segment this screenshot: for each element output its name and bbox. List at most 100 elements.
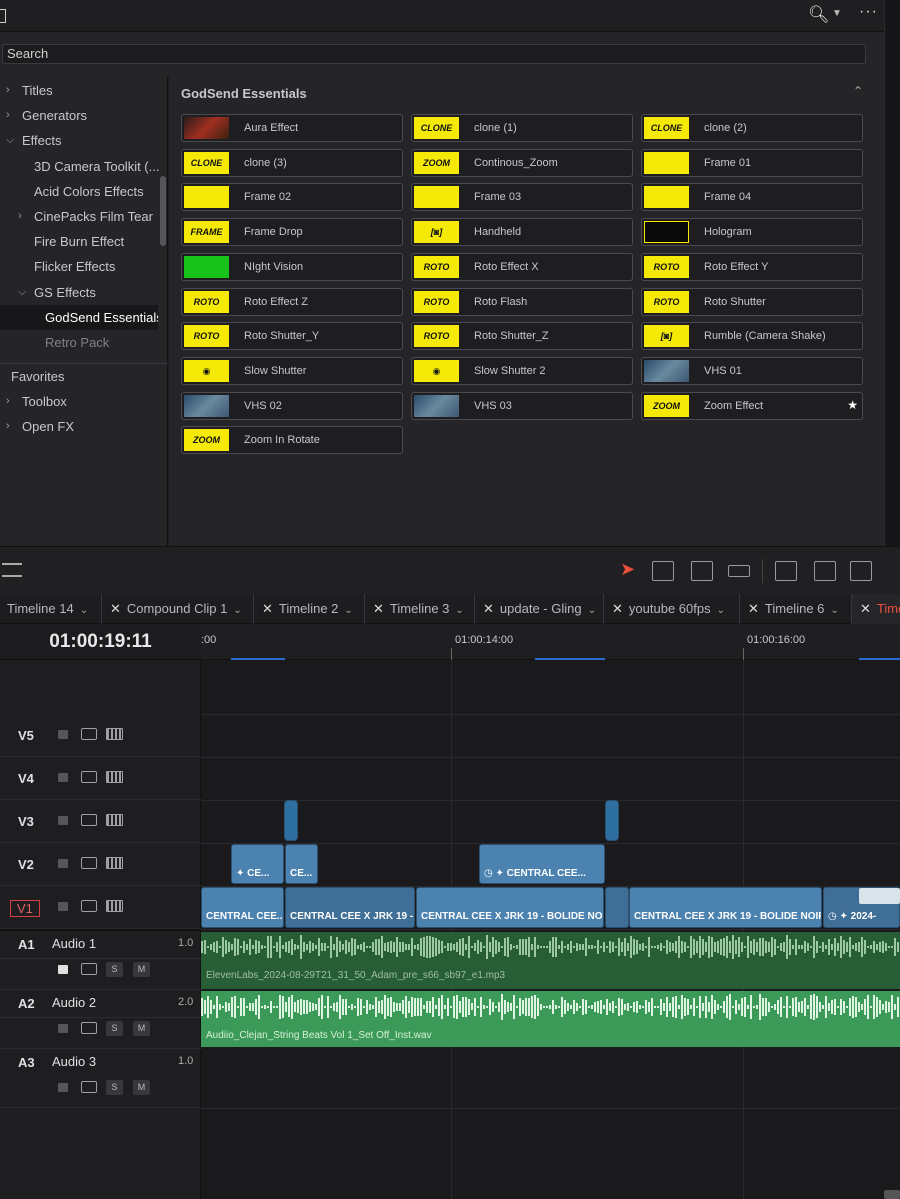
sidebar-item[interactable]: › Generators xyxy=(0,103,160,128)
chevron-right-icon[interactable]: › xyxy=(18,204,22,229)
timeline-tab[interactable]: ✕ Timeline 3 ⌄ xyxy=(365,594,475,624)
audio-track-header[interactable]: A2 Audio 2 2.0 S M xyxy=(0,990,201,1049)
v1-clip[interactable]: CENTRAL CEE... xyxy=(201,887,284,928)
video-track-header[interactable]: V3 xyxy=(0,800,201,843)
effect-card[interactable]: FRAME Frame Drop xyxy=(181,218,403,247)
sidebar-item[interactable]: › CinePacks Film Tear xyxy=(0,204,160,229)
auto-select-icon[interactable] xyxy=(81,1081,97,1093)
lock-icon[interactable] xyxy=(58,1083,68,1092)
sidebar-item[interactable]: › Titles xyxy=(0,78,160,103)
overwrite-clip-icon[interactable] xyxy=(814,561,836,581)
close-icon[interactable]: ✕ xyxy=(748,601,759,616)
sidebar-item[interactable]: ⌵ GS Effects xyxy=(0,280,160,305)
v1-clip[interactable] xyxy=(605,887,629,928)
effect-card[interactable]: ROTO Roto Shutter_Z xyxy=(411,322,633,351)
track-enable-icon[interactable] xyxy=(106,814,123,826)
lock-icon[interactable] xyxy=(58,859,68,868)
chevron-down-icon[interactable]: ⌄ xyxy=(80,605,88,616)
solo-button[interactable]: S xyxy=(106,962,123,977)
lock-icon[interactable] xyxy=(58,773,68,782)
effect-card[interactable]: CLONE clone (2) xyxy=(641,114,863,142)
close-icon[interactable]: ✕ xyxy=(860,601,871,616)
chevron-right-icon[interactable]: › xyxy=(6,414,10,439)
video-track-header[interactable]: V5 xyxy=(0,714,201,757)
effect-card[interactable]: ZOOM Zoom In Rotate xyxy=(181,426,403,455)
effect-card[interactable]: VHS 02 xyxy=(181,391,403,420)
zoom-handle[interactable] xyxy=(884,1190,900,1199)
timeline-options-icon[interactable] xyxy=(2,563,22,577)
auto-select-icon[interactable] xyxy=(81,857,97,869)
timeline-tab[interactable]: ✕ Timeline 6 ⌄ xyxy=(740,594,852,624)
track-enable-icon[interactable] xyxy=(106,771,123,783)
effect-card[interactable]: ◉ Slow Shutter xyxy=(181,356,403,385)
close-icon[interactable]: ✕ xyxy=(483,601,494,616)
lock-icon[interactable] xyxy=(58,1024,68,1033)
timeline-tab[interactable]: Timeline 14 ⌄ xyxy=(0,594,102,624)
replace-clip-icon[interactable] xyxy=(850,561,872,581)
trim-tool-icon[interactable] xyxy=(652,561,674,581)
v2-clip[interactable]: CE... xyxy=(285,844,318,884)
solo-button[interactable]: S xyxy=(106,1080,123,1095)
sidebar-item[interactable]: Fire Burn Effect xyxy=(0,229,160,254)
effect-card[interactable]: ROTO Roto Shutter_Y xyxy=(181,322,403,351)
effect-card[interactable]: Aura Effect xyxy=(181,114,403,142)
blade-tool-icon[interactable] xyxy=(728,565,750,577)
chevron-down-icon[interactable]: ⌄ xyxy=(588,605,596,616)
effect-card[interactable]: [◙] Rumble (Camera Shake) xyxy=(641,322,863,351)
chevron-down-icon[interactable]: ⌄ xyxy=(344,605,352,616)
search-icon[interactable]: 🔍︎ xyxy=(808,5,830,25)
effect-card[interactable]: ◉ Slow Shutter 2 xyxy=(411,356,633,385)
chevron-right-icon[interactable]: › xyxy=(6,103,10,128)
effect-card[interactable]: CLONE clone (1) xyxy=(411,114,633,142)
panel-toggle-icon[interactable] xyxy=(0,9,6,23)
mute-button[interactable]: M xyxy=(133,1021,150,1036)
sidebar-scrollbar[interactable] xyxy=(160,176,166,246)
chevron-down-icon[interactable]: ▼ xyxy=(832,8,842,19)
lock-icon[interactable] xyxy=(58,902,68,911)
v3-clip[interactable] xyxy=(605,800,619,841)
effect-card[interactable]: Hologram xyxy=(641,218,863,247)
close-icon[interactable]: ✕ xyxy=(612,601,623,616)
audio-clip-a2[interactable]: Audiio_Clejan_String Beats Vol 1_Set Off… xyxy=(201,991,900,1047)
auto-select-icon[interactable] xyxy=(81,1022,97,1034)
auto-select-icon[interactable] xyxy=(81,771,97,783)
chevron-down-icon[interactable]: ⌵ xyxy=(6,128,14,153)
effect-card[interactable]: Frame 02 xyxy=(181,183,403,212)
lock-icon[interactable] xyxy=(58,965,68,974)
audio-clip-a1[interactable]: ElevenLabs_2024-08-29T21_31_50_Adam_pre_… xyxy=(201,932,900,989)
audio-track-header[interactable]: A3 Audio 3 1.0 S M xyxy=(0,1049,201,1108)
track-enable-icon[interactable] xyxy=(106,857,123,869)
collapse-icon[interactable]: ⌃ xyxy=(853,84,863,98)
effect-card[interactable]: ZOOM Zoom Effect ★ xyxy=(641,391,863,420)
effect-card[interactable]: ROTO Roto Shutter xyxy=(641,287,863,316)
timeline-tab[interactable]: ✕ youtube 60fps ⌄ xyxy=(604,594,740,624)
chevron-down-icon[interactable]: ⌄ xyxy=(455,605,463,616)
effect-card[interactable]: ROTO Roto Flash xyxy=(411,287,633,316)
v1-clip[interactable]: CENTRAL CEE X JRK 19 - ... xyxy=(285,887,415,928)
mute-button[interactable]: M xyxy=(133,1080,150,1095)
effect-card[interactable]: NIght Vision xyxy=(181,252,403,281)
effect-card[interactable]: CLONE clone (3) xyxy=(181,148,403,177)
video-track-header[interactable]: V1 xyxy=(0,886,201,929)
close-icon[interactable]: ✕ xyxy=(262,601,273,616)
chevron-right-icon[interactable]: › xyxy=(6,78,10,103)
v2-clip[interactable]: ◷ ✦ CENTRAL CEE... xyxy=(479,844,605,884)
video-track-header[interactable]: V2 xyxy=(0,843,201,886)
lock-icon[interactable] xyxy=(58,730,68,739)
timeline-tab[interactable]: ✕ Timeline 2 ⌄ xyxy=(254,594,365,624)
chevron-down-icon[interactable]: ⌄ xyxy=(233,605,241,616)
close-icon[interactable]: ✕ xyxy=(373,601,384,616)
solo-button[interactable]: S xyxy=(106,1021,123,1036)
dynamic-trim-icon[interactable] xyxy=(691,561,713,581)
auto-select-icon[interactable] xyxy=(81,900,97,912)
mute-button[interactable]: M xyxy=(133,962,150,977)
close-icon[interactable]: ✕ xyxy=(110,601,121,616)
video-track-header[interactable]: V4 xyxy=(0,757,201,800)
effect-card[interactable]: ZOOM Continous_Zoom xyxy=(411,148,633,177)
selection-tool-icon[interactable]: ➤ xyxy=(620,559,635,580)
effect-card[interactable]: ROTO Roto Effect Z xyxy=(181,287,403,316)
effect-card[interactable]: Frame 03 xyxy=(411,183,633,212)
lock-icon[interactable] xyxy=(58,816,68,825)
timecode-display[interactable]: 01:00:19:11 xyxy=(0,624,201,660)
effect-card[interactable]: Frame 01 xyxy=(641,148,863,177)
